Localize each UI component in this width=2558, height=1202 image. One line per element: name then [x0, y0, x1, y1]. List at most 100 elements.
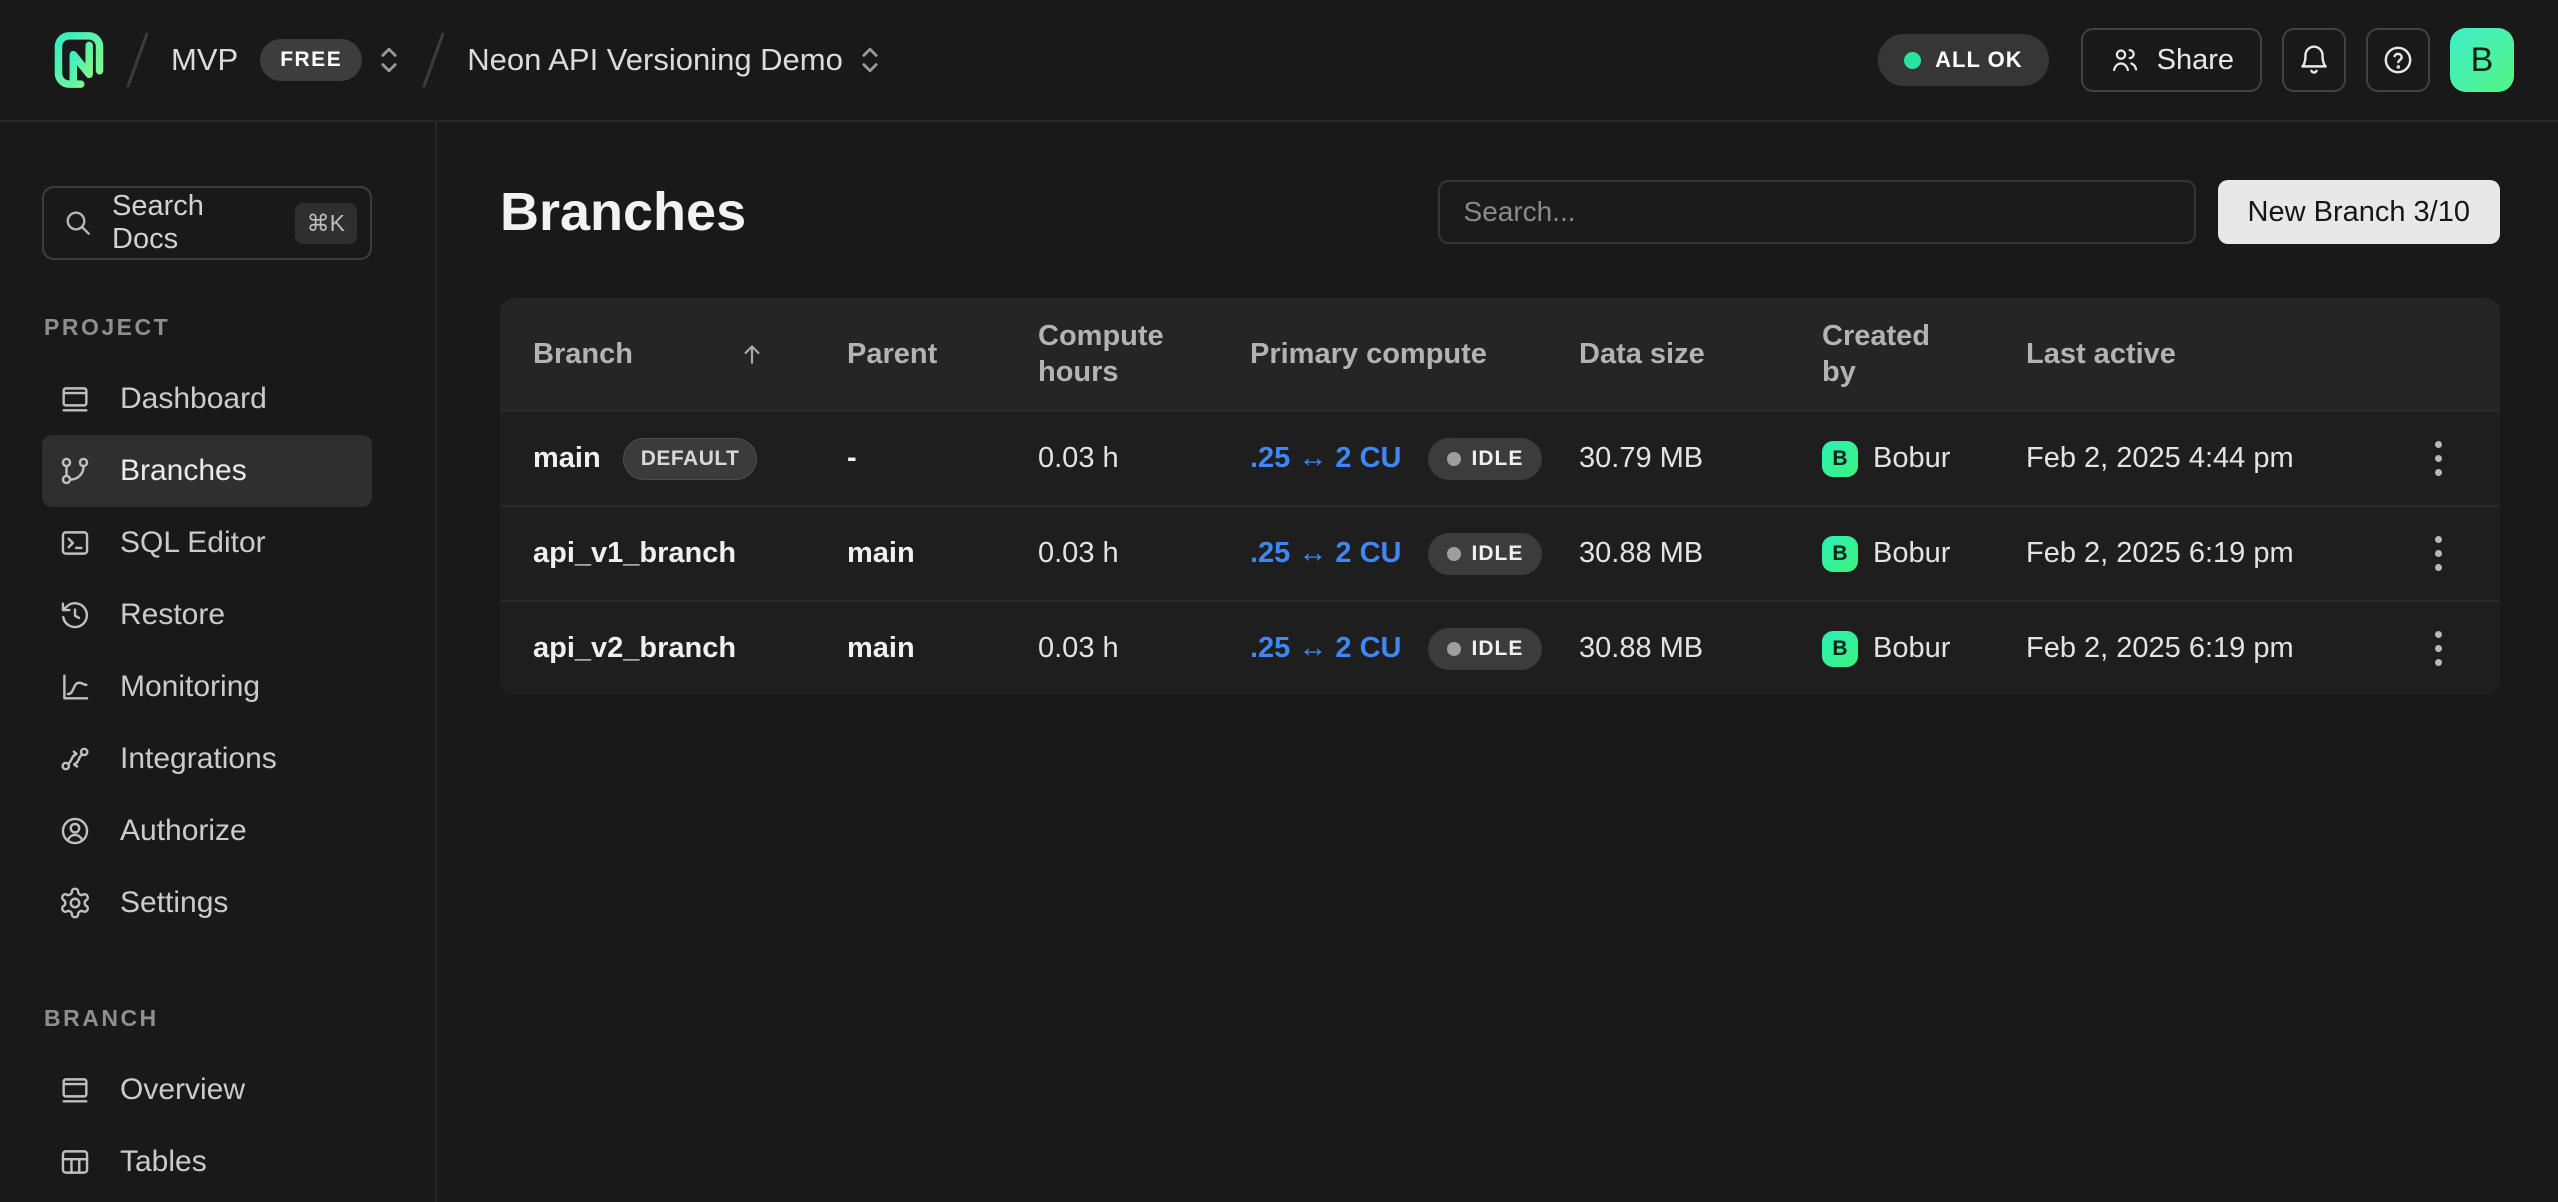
search-docs-button[interactable]: Search Docs ⌘K	[42, 186, 372, 260]
status-badge[interactable]: ALL OK	[1878, 34, 2048, 86]
search-shortcut-kbd: ⌘K	[295, 203, 357, 244]
help-button[interactable]	[2366, 28, 2430, 92]
sidebar-item-integrations[interactable]: Integrations	[42, 723, 372, 795]
sidebar-item-label: Overview	[120, 1073, 245, 1107]
creator-name: Bobur	[1873, 537, 1950, 570]
users-icon	[2109, 44, 2141, 76]
sidebar-item-restore[interactable]: Restore	[42, 579, 372, 651]
column-header-last-active[interactable]: Last active	[1993, 336, 2400, 372]
sidebar-item-label: Integrations	[120, 742, 277, 776]
main-content: Branches New Branch 3/10 Branch Parent C…	[437, 122, 2558, 1202]
data-size: 30.88 MB	[1579, 632, 1703, 665]
section-label-project: PROJECT	[44, 314, 435, 341]
org-name: MVP	[171, 42, 238, 78]
sql-editor-icon	[58, 526, 92, 560]
sidebar-item-branches[interactable]: Branches	[42, 435, 372, 507]
bell-icon	[2297, 43, 2331, 77]
sidebar-item-settings[interactable]: Settings	[42, 867, 372, 939]
sidebar-item-label: Monitoring	[120, 670, 260, 704]
data-size: 30.88 MB	[1579, 537, 1703, 570]
parent-branch: -	[847, 442, 857, 475]
sort-ascending-icon[interactable]	[737, 339, 767, 369]
sidebar-item-label: Settings	[120, 886, 228, 920]
sidebar: Search Docs ⌘K PROJECT Dashboard Branche…	[0, 122, 437, 1202]
breadcrumb-divider	[126, 32, 149, 88]
column-header-parent[interactable]: Parent	[814, 336, 1005, 372]
tables-icon	[58, 1145, 92, 1179]
sidebar-item-label: SQL Editor	[120, 526, 266, 560]
sidebar-item-sql-editor[interactable]: SQL Editor	[42, 507, 372, 579]
status-ok-dot-icon	[1904, 52, 1921, 69]
idle-dot-icon	[1447, 642, 1461, 656]
compute-hours: 0.03 h	[1038, 442, 1119, 475]
compute-hours: 0.03 h	[1038, 537, 1119, 570]
compute-state-badge: IDLE	[1428, 533, 1543, 575]
creator-avatar: B	[1822, 441, 1858, 477]
branches-table: Branch Parent Compute hours Primary comp…	[500, 298, 2500, 695]
neon-logo-icon[interactable]	[54, 31, 104, 89]
table-row[interactable]: api_v1_branch main 0.03 h .25 ↔ 2 CU IDL…	[500, 505, 2500, 600]
row-menu-button[interactable]	[2410, 621, 2466, 677]
column-header-compute-hours[interactable]: Compute hours	[1005, 318, 1217, 391]
breadcrumb-org[interactable]: MVP FREE	[171, 39, 400, 81]
creator-avatar: B	[1822, 536, 1858, 572]
creator-name: Bobur	[1873, 632, 1950, 665]
parent-branch: main	[847, 537, 915, 570]
share-button[interactable]: Share	[2081, 28, 2262, 92]
chevron-updown-icon[interactable]	[859, 43, 881, 77]
table-row[interactable]: api_v2_branch main 0.03 h .25 ↔ 2 CU IDL…	[500, 600, 2500, 695]
chevron-updown-icon[interactable]	[378, 43, 400, 77]
table-row[interactable]: main DEFAULT - 0.03 h .25 ↔ 2 CU IDLE 30…	[500, 410, 2500, 505]
branch-name[interactable]: api_v2_branch	[533, 632, 736, 665]
branch-name[interactable]: main	[533, 442, 601, 475]
sidebar-item-authorize[interactable]: Authorize	[42, 795, 372, 867]
sidebar-item-label: Tables	[120, 1145, 207, 1179]
sidebar-item-overview[interactable]: Overview	[42, 1054, 372, 1126]
breadcrumb-project[interactable]: Neon API Versioning Demo	[467, 42, 881, 78]
avatar-initial: B	[2471, 41, 2494, 80]
sidebar-item-monitoring[interactable]: Monitoring	[42, 651, 372, 723]
idle-dot-icon	[1447, 547, 1461, 561]
notifications-button[interactable]	[2282, 28, 2346, 92]
user-avatar[interactable]: B	[2450, 28, 2514, 92]
restore-icon	[58, 598, 92, 632]
sidebar-item-dashboard[interactable]: Dashboard	[42, 363, 372, 435]
compute-state-badge: IDLE	[1428, 628, 1543, 670]
column-header-data-size[interactable]: Data size	[1546, 336, 1789, 372]
search-docs-label: Search Docs	[112, 190, 277, 256]
column-header-created-by[interactable]: Created by	[1789, 318, 1993, 391]
primary-compute-link[interactable]: .25 ↔ 2 CU	[1250, 442, 1402, 475]
sidebar-item-tables[interactable]: Tables	[42, 1126, 372, 1198]
last-active: Feb 2, 2025 4:44 pm	[2026, 442, 2294, 475]
creator-name: Bobur	[1873, 442, 1950, 475]
compute-hours: 0.03 h	[1038, 632, 1119, 665]
monitoring-icon	[58, 670, 92, 704]
sidebar-item-label: Authorize	[120, 814, 247, 848]
row-menu-button[interactable]	[2410, 431, 2466, 487]
branches-icon	[58, 454, 92, 488]
share-label: Share	[2157, 44, 2234, 77]
new-branch-button[interactable]: New Branch 3/10	[2218, 180, 2500, 244]
row-menu-button[interactable]	[2410, 526, 2466, 582]
authorize-icon	[58, 814, 92, 848]
settings-icon	[58, 886, 92, 920]
branch-name[interactable]: api_v1_branch	[533, 537, 736, 570]
dashboard-icon	[58, 382, 92, 416]
table-header-row: Branch Parent Compute hours Primary comp…	[500, 298, 2500, 410]
breadcrumb-divider	[422, 32, 445, 88]
branch-search-input[interactable]	[1438, 180, 2196, 244]
page-title: Branches	[500, 181, 1438, 243]
compute-state-badge: IDLE	[1428, 438, 1543, 480]
primary-compute-link[interactable]: .25 ↔ 2 CU	[1250, 632, 1402, 665]
sidebar-item-label: Restore	[120, 598, 225, 632]
sidebar-item-label: Dashboard	[120, 382, 267, 416]
search-icon	[62, 207, 94, 239]
data-size: 30.79 MB	[1579, 442, 1703, 475]
column-header-branch[interactable]: Branch	[500, 336, 814, 372]
integrations-icon	[58, 742, 92, 776]
plan-badge: FREE	[260, 39, 362, 81]
idle-dot-icon	[1447, 452, 1461, 466]
primary-compute-link[interactable]: .25 ↔ 2 CU	[1250, 537, 1402, 570]
column-header-primary-compute[interactable]: Primary compute	[1217, 336, 1546, 372]
project-name: Neon API Versioning Demo	[467, 42, 843, 78]
